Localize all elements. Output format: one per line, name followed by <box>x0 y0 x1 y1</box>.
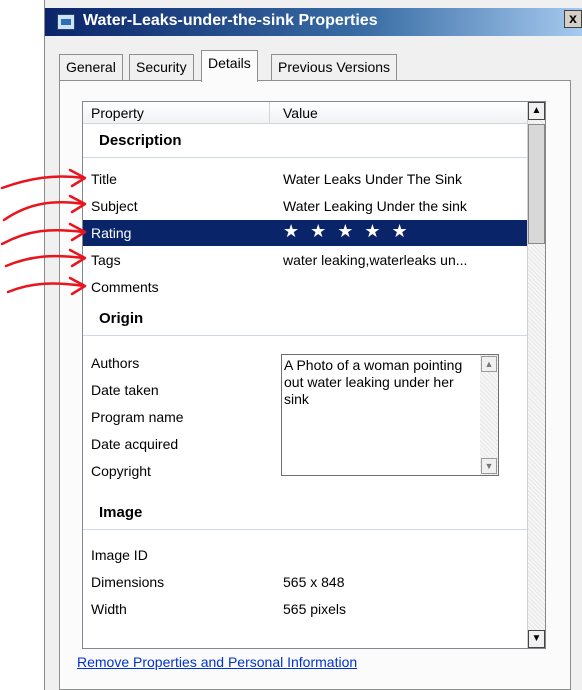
property-value[interactable]: 565 pixels <box>283 601 346 617</box>
property-value[interactable]: Water Leaking Under the sink <box>283 198 467 214</box>
section-description: Description <box>83 124 529 158</box>
property-label: Image ID <box>91 547 148 563</box>
arrow-to-tags <box>4 248 87 268</box>
section-title: Image <box>99 504 143 521</box>
property-label: Comments <box>91 279 159 295</box>
window-title: Water-Leaks-under-the-sink Properties <box>83 12 378 29</box>
property-label: Date acquired <box>91 436 179 452</box>
section-origin: Origin <box>83 302 529 336</box>
section-title: Description <box>99 132 182 149</box>
tab-general[interactable]: General <box>59 54 123 80</box>
rating-stars[interactable]: ★ ★ ★ ★ ★ <box>283 221 411 242</box>
table-row[interactable]: Dimensions 565 x 848 <box>83 569 529 595</box>
arrow-down-icon[interactable]: ▼ <box>481 458 497 474</box>
table-row[interactable]: Tags water leaking,waterleaks un... <box>83 247 529 273</box>
property-label: Rating <box>91 225 132 241</box>
tab-previous-versions[interactable]: Previous Versions <box>271 54 398 80</box>
property-label: Tags <box>91 252 121 268</box>
details-panel: Property Value Description Title Water L… <box>59 80 571 690</box>
table-row[interactable]: Comments <box>83 274 529 300</box>
property-label: Program name <box>91 409 184 425</box>
property-label: Copyright <box>91 463 151 479</box>
column-divider[interactable] <box>269 102 270 124</box>
close-button[interactable]: x <box>564 10 582 28</box>
property-value[interactable]: Water Leaks Under The Sink <box>283 171 462 187</box>
arrow-up-icon[interactable]: ▲ <box>481 356 497 372</box>
tab-security[interactable]: Security <box>129 54 194 80</box>
arrow-up-icon[interactable]: ▲ <box>528 102 545 120</box>
table-row[interactable]: Width 565 pixels <box>83 596 529 622</box>
column-header-property[interactable]: Property <box>91 105 144 121</box>
title-bar[interactable]: Water-Leaks-under-the-sink Properties <box>45 8 582 36</box>
arrow-to-comments <box>6 276 87 296</box>
property-label: Title <box>91 171 117 187</box>
property-grid: Property Value Description Title Water L… <box>82 101 546 649</box>
section-title: Origin <box>99 310 144 327</box>
column-header-value[interactable]: Value <box>283 105 318 121</box>
comments-scrollbar[interactable]: ▲ ▼ <box>480 355 498 475</box>
arrow-to-title <box>0 168 87 190</box>
section-image: Image <box>83 496 529 530</box>
scrollbar-thumb[interactable] <box>528 124 545 244</box>
image-file-icon <box>57 14 75 30</box>
properties-dialog: Water-Leaks-under-the-sink Properties x … <box>44 0 582 690</box>
arrow-to-rating <box>0 222 87 246</box>
table-row[interactable]: Subject Water Leaking Under the sink <box>83 193 529 219</box>
table-row[interactable]: Title Water Leaks Under The Sink <box>83 166 529 192</box>
table-row-selected[interactable]: Rating ★ ★ ★ ★ ★ <box>83 220 529 246</box>
comments-textarea[interactable]: A Photo of a woman pointing out water le… <box>281 354 499 476</box>
property-label: Dimensions <box>91 574 165 590</box>
comments-text[interactable]: A Photo of a woman pointing out water le… <box>284 357 474 408</box>
arrow-to-subject <box>2 194 87 222</box>
tab-details[interactable]: Details <box>201 50 258 82</box>
annotation-arrows <box>0 168 87 296</box>
property-label: Authors <box>91 355 140 371</box>
property-value[interactable]: water leaking,waterleaks un... <box>283 252 467 268</box>
property-label: Width <box>91 601 127 617</box>
arrow-down-icon[interactable]: ▼ <box>528 630 545 648</box>
property-label: Subject <box>91 198 138 214</box>
grid-scrollbar[interactable]: ▲ ▼ <box>527 102 545 648</box>
grid-header: Property Value <box>83 102 529 124</box>
table-row[interactable]: Image ID <box>83 542 529 568</box>
remove-properties-link[interactable]: Remove Properties and Personal Informati… <box>77 654 357 670</box>
property-value[interactable]: 565 x 848 <box>283 574 345 590</box>
property-label: Date taken <box>91 382 159 398</box>
